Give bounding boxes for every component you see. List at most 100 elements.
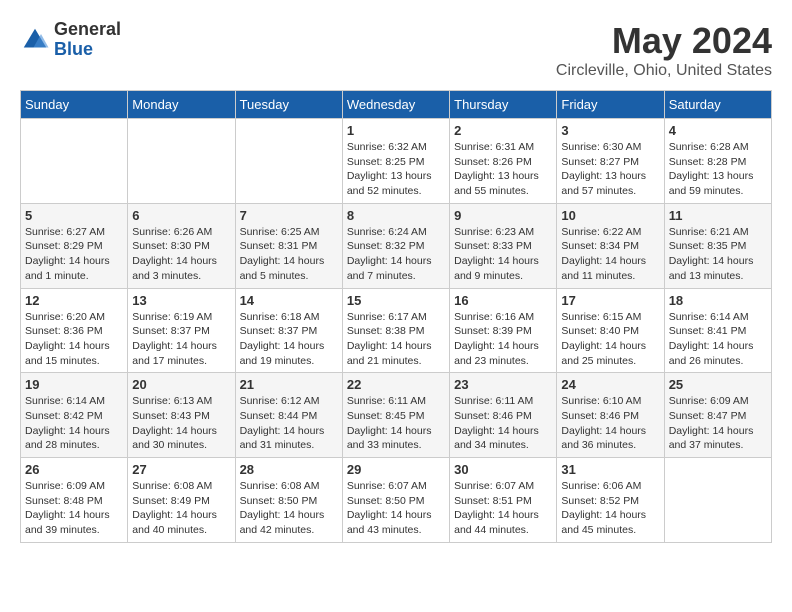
day-info: Sunrise: 6:07 AMSunset: 8:50 PMDaylight:…: [347, 479, 445, 538]
day-info: Sunrise: 6:14 AMSunset: 8:41 PMDaylight:…: [669, 310, 767, 369]
day-number: 3: [561, 123, 659, 138]
calendar-cell: 18 Sunrise: 6:14 AMSunset: 8:41 PMDayligh…: [664, 288, 771, 373]
day-info: Sunrise: 6:08 AMSunset: 8:49 PMDaylight:…: [132, 479, 230, 538]
day-number: 23: [454, 377, 552, 392]
calendar-cell: 4 Sunrise: 6:28 AMSunset: 8:28 PMDaylight…: [664, 119, 771, 204]
day-number: 30: [454, 462, 552, 477]
logo: General Blue: [20, 20, 121, 60]
day-number: 2: [454, 123, 552, 138]
title-area: May 2024 Circleville, Ohio, United State…: [556, 20, 772, 80]
calendar-cell: 10Sunrise: 6:22 AMSunset: 8:34 PMDayligh…: [557, 203, 664, 288]
day-number: 17: [561, 293, 659, 308]
day-header-wednesday: Wednesday: [342, 91, 449, 119]
calendar-cell: 9 Sunrise: 6:23 AMSunset: 8:33 PMDaylight…: [450, 203, 557, 288]
calendar-cell: 7 Sunrise: 6:25 AMSunset: 8:31 PMDaylight…: [235, 203, 342, 288]
calendar-cell: [664, 458, 771, 543]
page-header: General Blue May 2024 Circleville, Ohio,…: [20, 20, 772, 80]
main-title: May 2024: [556, 20, 772, 62]
day-number: 8: [347, 208, 445, 223]
day-number: 4: [669, 123, 767, 138]
day-header-thursday: Thursday: [450, 91, 557, 119]
day-number: 25: [669, 377, 767, 392]
calendar-cell: 21Sunrise: 6:12 AMSunset: 8:44 PMDayligh…: [235, 373, 342, 458]
day-info: Sunrise: 6:08 AMSunset: 8:50 PMDaylight:…: [240, 479, 338, 538]
calendar-table: SundayMondayTuesdayWednesdayThursdayFrid…: [20, 90, 772, 543]
day-header-friday: Friday: [557, 91, 664, 119]
logo-icon: [20, 25, 50, 55]
day-number: 14: [240, 293, 338, 308]
calendar-week-2: 5 Sunrise: 6:27 AMSunset: 8:29 PMDaylight…: [21, 203, 772, 288]
calendar-cell: 8 Sunrise: 6:24 AMSunset: 8:32 PMDaylight…: [342, 203, 449, 288]
calendar-cell: 15 Sunrise: 6:17 AMSunset: 8:38 PMDayligh…: [342, 288, 449, 373]
day-number: 7: [240, 208, 338, 223]
day-number: 18: [669, 293, 767, 308]
calendar-cell: 27 Sunrise: 6:08 AMSunset: 8:49 PMDayligh…: [128, 458, 235, 543]
day-number: 13: [132, 293, 230, 308]
logo-text: General Blue: [54, 20, 121, 60]
calendar-header-row: SundayMondayTuesdayWednesdayThursdayFrid…: [21, 91, 772, 119]
calendar-cell: [128, 119, 235, 204]
subtitle: Circleville, Ohio, United States: [556, 62, 772, 80]
day-number: 15: [347, 293, 445, 308]
day-number: 20: [132, 377, 230, 392]
day-number: 19: [25, 377, 123, 392]
day-header-saturday: Saturday: [664, 91, 771, 119]
day-number: 29: [347, 462, 445, 477]
day-info: Sunrise: 6:31 AMSunset: 8:26 PMDaylight:…: [454, 140, 552, 199]
day-info: Sunrise: 6:18 AMSunset: 8:37 PMDaylight:…: [240, 310, 338, 369]
day-info: Sunrise: 6:15 AMSunset: 8:40 PMDaylight:…: [561, 310, 659, 369]
day-number: 12: [25, 293, 123, 308]
calendar-cell: 14 Sunrise: 6:18 AMSunset: 8:37 PMDayligh…: [235, 288, 342, 373]
day-number: 31: [561, 462, 659, 477]
logo-blue: Blue: [54, 40, 121, 60]
calendar-cell: 31Sunrise: 6:06 AMSunset: 8:52 PMDayligh…: [557, 458, 664, 543]
day-info: Sunrise: 6:14 AMSunset: 8:42 PMDaylight:…: [25, 394, 123, 453]
calendar-week-3: 12 Sunrise: 6:20 AMSunset: 8:36 PMDayligh…: [21, 288, 772, 373]
day-number: 9: [454, 208, 552, 223]
day-header-monday: Monday: [128, 91, 235, 119]
calendar-cell: 29 Sunrise: 6:07 AMSunset: 8:50 PMDayligh…: [342, 458, 449, 543]
day-number: 28: [240, 462, 338, 477]
calendar-cell: 12 Sunrise: 6:20 AMSunset: 8:36 PMDayligh…: [21, 288, 128, 373]
day-info: Sunrise: 6:10 AMSunset: 8:46 PMDaylight:…: [561, 394, 659, 453]
calendar-cell: 1 Sunrise: 6:32 AMSunset: 8:25 PMDaylight…: [342, 119, 449, 204]
calendar-cell: 24Sunrise: 6:10 AMSunset: 8:46 PMDayligh…: [557, 373, 664, 458]
day-header-sunday: Sunday: [21, 91, 128, 119]
day-info: Sunrise: 6:32 AMSunset: 8:25 PMDaylight:…: [347, 140, 445, 199]
day-info: Sunrise: 6:28 AMSunset: 8:28 PMDaylight:…: [669, 140, 767, 199]
calendar-cell: 5 Sunrise: 6:27 AMSunset: 8:29 PMDaylight…: [21, 203, 128, 288]
calendar-cell: 3 Sunrise: 6:30 AMSunset: 8:27 PMDaylight…: [557, 119, 664, 204]
calendar-cell: 20 Sunrise: 6:13 AMSunset: 8:43 PMDayligh…: [128, 373, 235, 458]
calendar-cell: 11 Sunrise: 6:21 AMSunset: 8:35 PMDayligh…: [664, 203, 771, 288]
calendar-week-5: 26Sunrise: 6:09 AMSunset: 8:48 PMDayligh…: [21, 458, 772, 543]
day-number: 27: [132, 462, 230, 477]
day-info: Sunrise: 6:07 AMSunset: 8:51 PMDaylight:…: [454, 479, 552, 538]
calendar-cell: 13Sunrise: 6:19 AMSunset: 8:37 PMDayligh…: [128, 288, 235, 373]
calendar-cell: 30 Sunrise: 6:07 AMSunset: 8:51 PMDayligh…: [450, 458, 557, 543]
day-info: Sunrise: 6:23 AMSunset: 8:33 PMDaylight:…: [454, 225, 552, 284]
calendar-cell: 19 Sunrise: 6:14 AMSunset: 8:42 PMDayligh…: [21, 373, 128, 458]
day-info: Sunrise: 6:13 AMSunset: 8:43 PMDaylight:…: [132, 394, 230, 453]
day-info: Sunrise: 6:24 AMSunset: 8:32 PMDaylight:…: [347, 225, 445, 284]
day-info: Sunrise: 6:11 AMSunset: 8:45 PMDaylight:…: [347, 394, 445, 453]
day-info: Sunrise: 6:20 AMSunset: 8:36 PMDaylight:…: [25, 310, 123, 369]
day-info: Sunrise: 6:27 AMSunset: 8:29 PMDaylight:…: [25, 225, 123, 284]
day-number: 11: [669, 208, 767, 223]
day-info: Sunrise: 6:17 AMSunset: 8:38 PMDaylight:…: [347, 310, 445, 369]
calendar-cell: [21, 119, 128, 204]
day-number: 16: [454, 293, 552, 308]
day-info: Sunrise: 6:22 AMSunset: 8:34 PMDaylight:…: [561, 225, 659, 284]
day-info: Sunrise: 6:25 AMSunset: 8:31 PMDaylight:…: [240, 225, 338, 284]
day-info: Sunrise: 6:26 AMSunset: 8:30 PMDaylight:…: [132, 225, 230, 284]
calendar-cell: 26Sunrise: 6:09 AMSunset: 8:48 PMDayligh…: [21, 458, 128, 543]
calendar-week-1: 1 Sunrise: 6:32 AMSunset: 8:25 PMDaylight…: [21, 119, 772, 204]
calendar-cell: 25Sunrise: 6:09 AMSunset: 8:47 PMDayligh…: [664, 373, 771, 458]
calendar-cell: 17 Sunrise: 6:15 AMSunset: 8:40 PMDayligh…: [557, 288, 664, 373]
calendar-cell: 23Sunrise: 6:11 AMSunset: 8:46 PMDayligh…: [450, 373, 557, 458]
day-info: Sunrise: 6:21 AMSunset: 8:35 PMDaylight:…: [669, 225, 767, 284]
day-info: Sunrise: 6:30 AMSunset: 8:27 PMDaylight:…: [561, 140, 659, 199]
day-number: 6: [132, 208, 230, 223]
day-number: 1: [347, 123, 445, 138]
calendar-cell: 2 Sunrise: 6:31 AMSunset: 8:26 PMDaylight…: [450, 119, 557, 204]
day-number: 5: [25, 208, 123, 223]
